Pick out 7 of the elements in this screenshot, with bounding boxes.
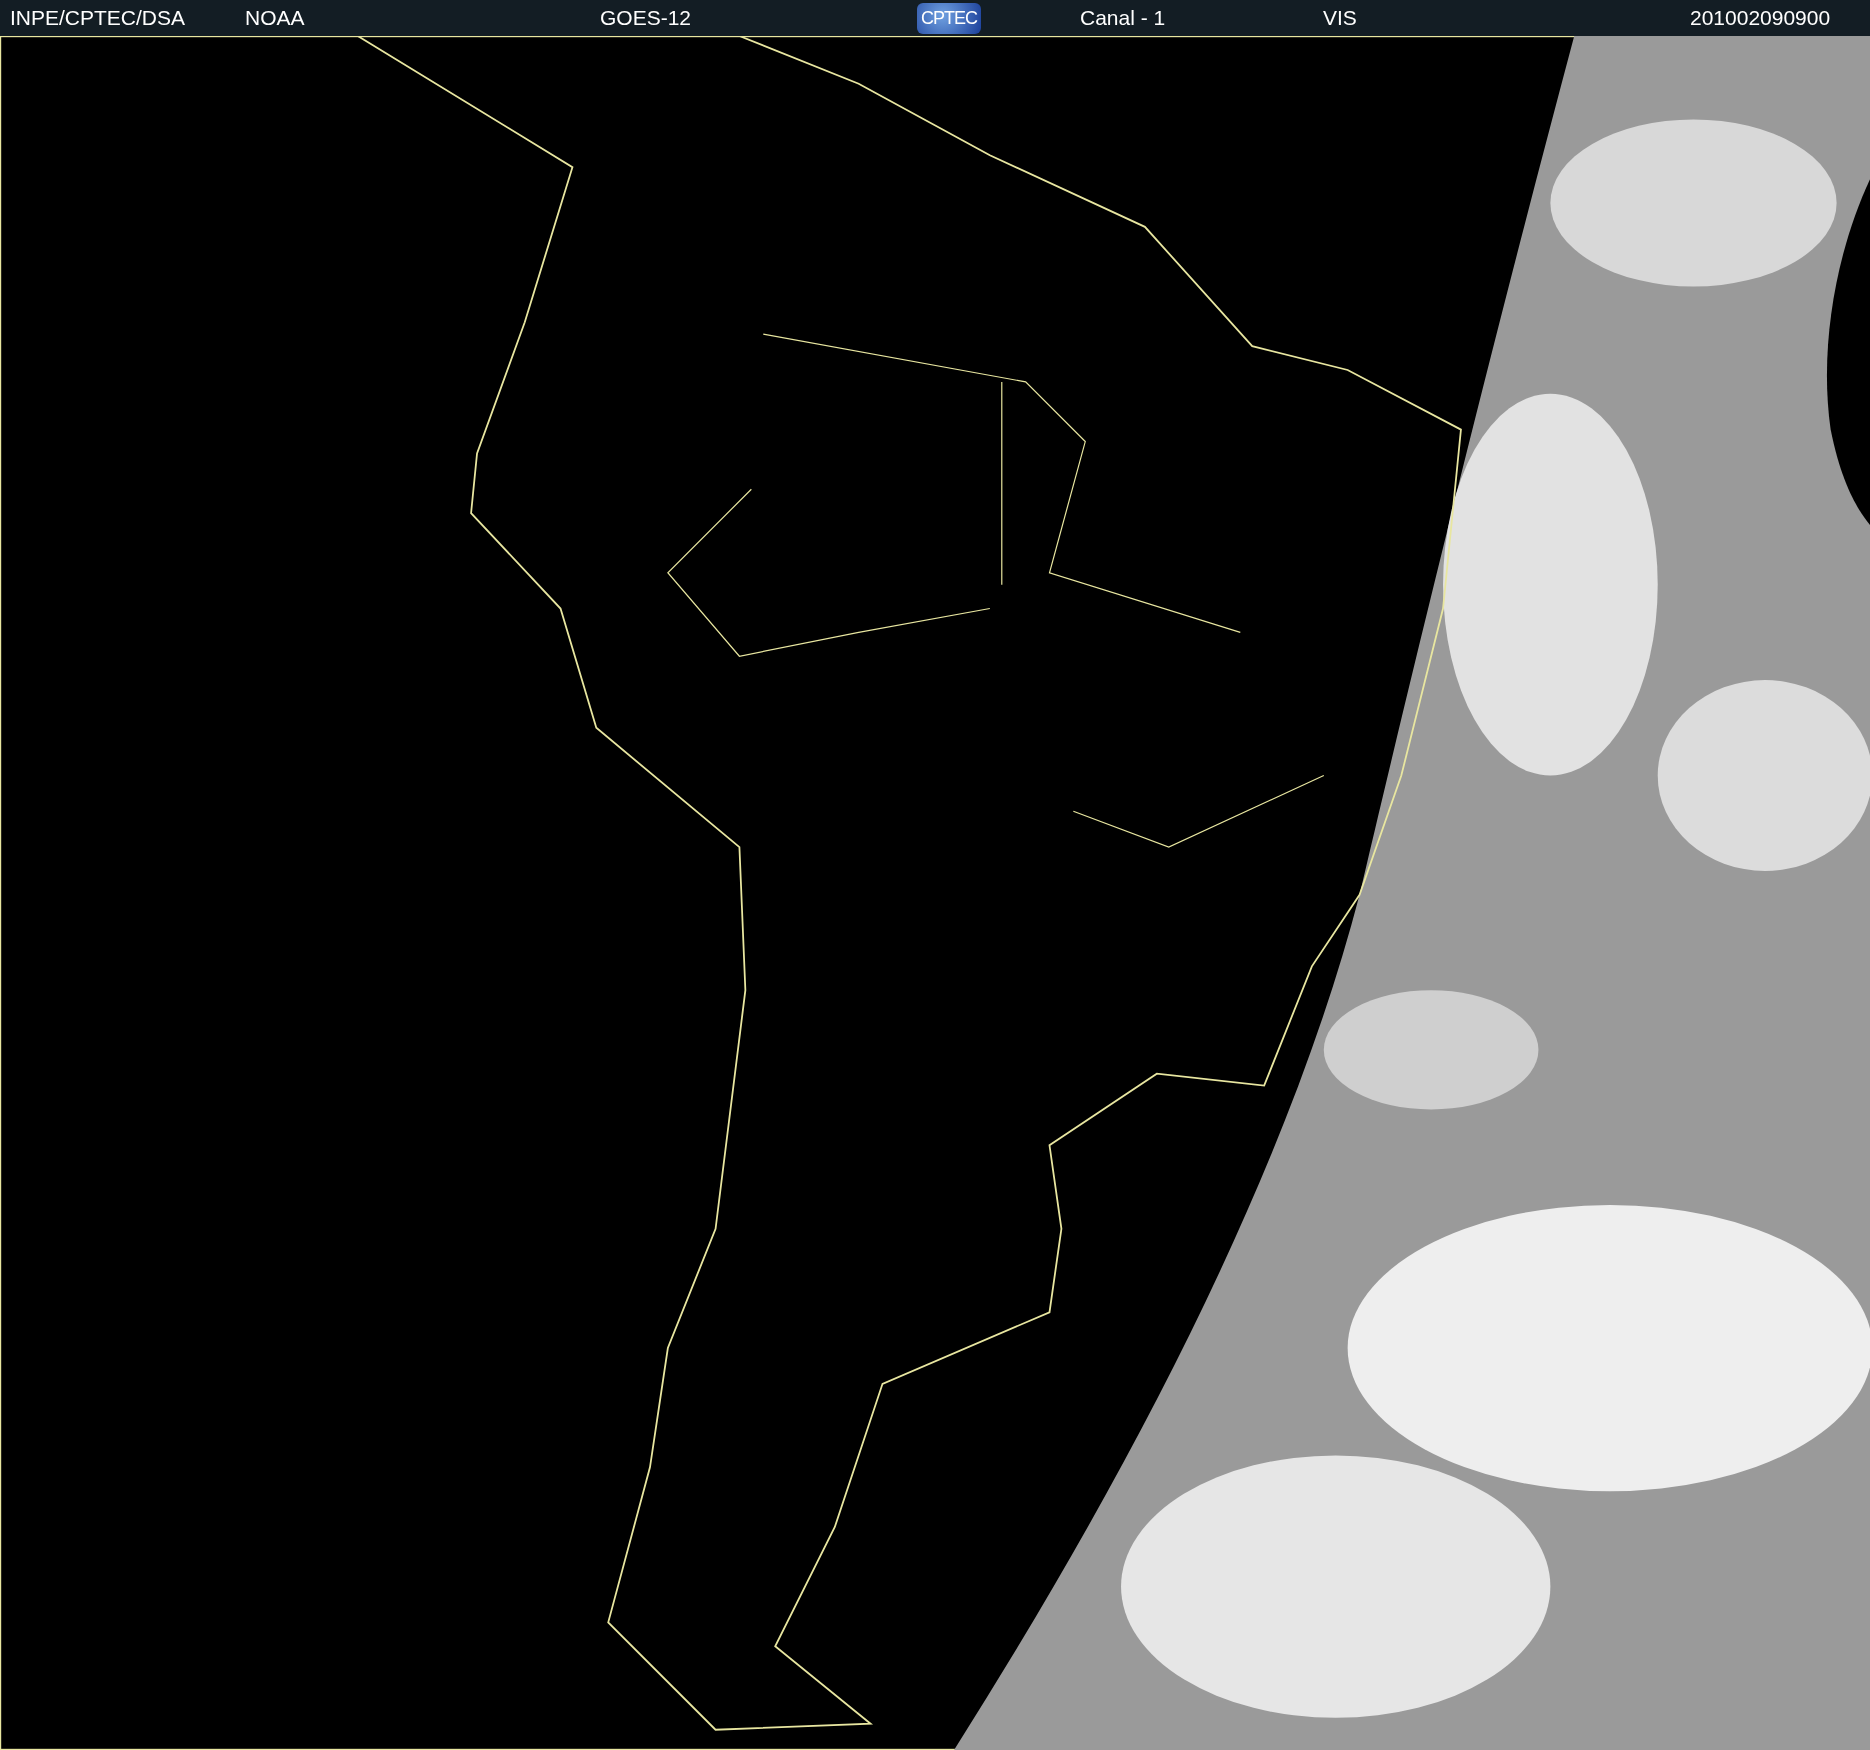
header-label: Canal - 1 (1080, 6, 1166, 30)
header-label: NOAA (245, 6, 305, 30)
header-label: VIS (1323, 6, 1357, 30)
header-label: 201002090900 (1690, 6, 1831, 30)
logo: CPTEC (917, 2, 981, 34)
header-label: INPE/CPTEC/DSA (10, 6, 186, 30)
header-label: GOES-12 (600, 6, 692, 30)
